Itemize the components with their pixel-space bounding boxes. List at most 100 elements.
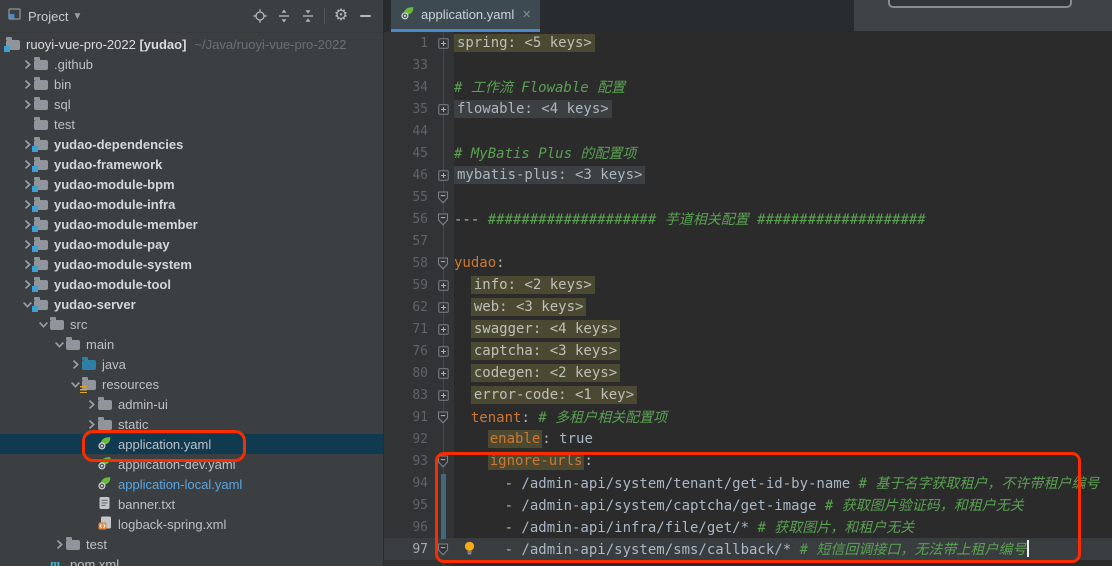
top-right-search-box[interactable] <box>888 0 1072 8</box>
code-line-56[interactable]: 56--- #################### 芋道相关配置 ######… <box>384 208 1112 230</box>
tree-item-application-local-yaml[interactable]: application-local.yaml <box>0 474 383 494</box>
fold-open-icon[interactable] <box>436 455 450 468</box>
code-line-71[interactable]: 71 swagger: <4 keys> <box>384 318 1112 340</box>
code-segment <box>454 431 488 447</box>
tree-item-logback-spring-xml[interactable]: logback-spring.xml <box>0 514 383 534</box>
tree-item-test[interactable]: test <box>0 114 383 134</box>
code-line-57[interactable]: 57 <box>384 230 1112 252</box>
tree-item-application-dev-yaml[interactable]: application-dev.yaml <box>0 454 383 474</box>
tree-item-static[interactable]: static <box>0 414 383 434</box>
tree-item-yudao-module-tool[interactable]: yudao-module-tool <box>0 274 383 294</box>
tree-item--github[interactable]: .github <box>0 54 383 74</box>
tree-item-yudao-dependencies[interactable]: yudao-dependencies <box>0 134 383 154</box>
code-line-58[interactable]: 58yudao: <box>384 252 1112 274</box>
tree-item-yudao-module-system[interactable]: yudao-module-system <box>0 254 383 274</box>
tree-item-src[interactable]: src <box>0 314 383 334</box>
code-line-33[interactable]: 33 <box>384 54 1112 76</box>
line-number: 44 <box>384 124 436 139</box>
fold-open-icon[interactable] <box>436 411 450 424</box>
chevron-right-icon[interactable] <box>84 419 98 430</box>
tree-item-main[interactable]: main <box>0 334 383 354</box>
fold-closed-icon[interactable] <box>436 324 450 335</box>
fold-open-icon[interactable] <box>436 543 450 556</box>
code-line-80[interactable]: 80 codegen: <2 keys> <box>384 362 1112 384</box>
chevron-right-icon[interactable] <box>68 359 82 370</box>
tree-item-yudao-module-bpm[interactable]: yudao-module-bpm <box>0 174 383 194</box>
hide-panel-icon[interactable] <box>353 5 377 27</box>
locate-icon[interactable] <box>248 5 272 27</box>
code-line-55[interactable]: 55 <box>384 186 1112 208</box>
code-line-83[interactable]: 83 error-code: <1 key> <box>384 384 1112 406</box>
code-line-94[interactable]: 94 - /admin-api/system/tenant/get-id-by-… <box>384 472 1112 494</box>
code-line-35[interactable]: 35flowable: <4 keys> <box>384 98 1112 120</box>
gear-icon[interactable]: ⚙ <box>329 5 353 27</box>
tree-item-admin-ui[interactable]: admin-ui <box>0 394 383 414</box>
tree-item-bin[interactable]: bin <box>0 74 383 94</box>
fold-closed-icon[interactable] <box>436 170 450 181</box>
code-line-1[interactable]: 1spring: <5 keys> <box>384 32 1112 54</box>
chevron-right-icon[interactable] <box>52 539 66 550</box>
tree-item-sql[interactable]: sql <box>0 94 383 114</box>
code-line-62[interactable]: 62 web: <3 keys> <box>384 296 1112 318</box>
code-line-95[interactable]: 95 - /admin-api/system/captcha/get-image… <box>384 494 1112 516</box>
chevron-down-icon[interactable]: ▼ <box>72 11 82 22</box>
chevron-down-icon[interactable] <box>36 319 50 330</box>
chevron-right-icon[interactable] <box>20 59 34 70</box>
tree-item-test[interactable]: test <box>0 534 383 554</box>
tree-item-banner-txt[interactable]: banner.txt <box>0 494 383 514</box>
collapse-all-icon[interactable] <box>296 5 320 27</box>
chevron-right-icon[interactable] <box>20 79 34 90</box>
fold-closed-icon[interactable] <box>436 38 450 49</box>
code-line-96[interactable]: 96 - /admin-api/infra/file/get/* # 获取图片，… <box>384 516 1112 538</box>
tab-application-yaml[interactable]: application.yaml × <box>391 0 540 32</box>
tree-item-application-yaml[interactable]: application.yaml <box>0 434 383 454</box>
tree-item-yudao-module-infra[interactable]: yudao-module-infra <box>0 194 383 214</box>
project-tool-window-icon <box>8 7 22 26</box>
tree-item-resources[interactable]: resources <box>0 374 383 394</box>
code-line-93[interactable]: 93 ignore-urls: <box>384 450 1112 472</box>
code-segment: : true <box>542 431 593 447</box>
code-line-91[interactable]: 91 tenant: # 多租户相关配置项 <box>384 406 1112 428</box>
close-icon[interactable]: × <box>522 7 531 22</box>
tree-item-yudao-module-member[interactable]: yudao-module-member <box>0 214 383 234</box>
tab-label: application.yaml <box>421 7 514 22</box>
tree-item-project-root[interactable]: ruoyi-vue-pro-2022 [yudao]~/Java/ruoyi-v… <box>0 34 383 54</box>
fold-open-icon[interactable] <box>436 191 450 204</box>
tree-item-label: yudao-module-member <box>54 217 198 232</box>
code-line-44[interactable]: 44 <box>384 120 1112 142</box>
tree-item-pom-xml[interactable]: mpom.xml <box>0 554 383 566</box>
tree-item-yudao-module-pay[interactable]: yudao-module-pay <box>0 234 383 254</box>
tree-item-yudao-server[interactable]: yudao-server <box>0 294 383 314</box>
code-segment: tenant <box>471 410 522 426</box>
code-line-46[interactable]: 46mybatis-plus: <3 keys> <box>384 164 1112 186</box>
fold-closed-icon[interactable] <box>436 368 450 379</box>
fold-closed-icon[interactable] <box>436 280 450 291</box>
code-line-59[interactable]: 59 info: <2 keys> <box>384 274 1112 296</box>
code-segment <box>454 277 471 293</box>
code-line-45[interactable]: 45# MyBatis Plus 的配置项 <box>384 142 1112 164</box>
chevron-right-icon[interactable] <box>84 399 98 410</box>
tree-item-label: test <box>86 537 107 552</box>
fold-closed-icon[interactable] <box>436 390 450 401</box>
code-line-76[interactable]: 76 captcha: <3 keys> <box>384 340 1112 362</box>
tree-item-java[interactable]: java <box>0 354 383 374</box>
chevron-down-icon[interactable] <box>52 339 66 350</box>
line-number: 83 <box>384 388 436 403</box>
code-line-92[interactable]: 92 enable: true <box>384 428 1112 450</box>
chevron-right-icon[interactable] <box>20 99 34 110</box>
fold-open-icon[interactable] <box>436 257 450 270</box>
code-segment <box>454 343 471 359</box>
fold-open-icon[interactable] <box>436 213 450 226</box>
code-segment <box>454 321 471 337</box>
tree-item-yudao-framework[interactable]: yudao-framework <box>0 154 383 174</box>
fold-closed-icon[interactable] <box>436 346 450 357</box>
xml-icon <box>98 516 115 533</box>
intention-bulb-icon[interactable] <box>463 541 476 561</box>
code-area[interactable]: 1spring: <5 keys>3334# 工作流 Flowable 配置35… <box>384 32 1112 566</box>
code-line-34[interactable]: 34# 工作流 Flowable 配置 <box>384 76 1112 98</box>
fold-closed-icon[interactable] <box>436 302 450 313</box>
fold-closed-icon[interactable] <box>436 104 450 115</box>
code-line-97[interactable]: 97 - /admin-api/system/sms/callback/* # … <box>384 538 1112 560</box>
expand-all-icon[interactable] <box>272 5 296 27</box>
line-number: 93 <box>384 454 436 469</box>
